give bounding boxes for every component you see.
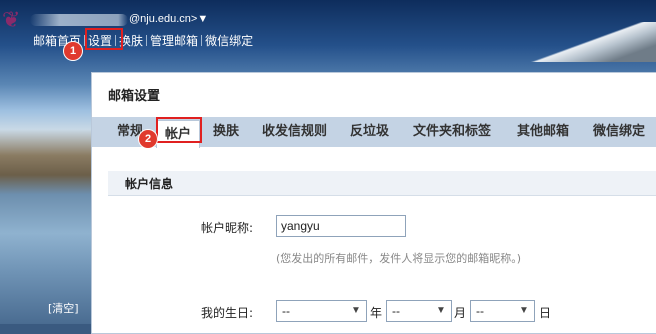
nickname-label: 帐户昵称:	[201, 221, 254, 235]
year-unit: 年	[370, 306, 383, 320]
tab-other-mailboxes[interactable]: 其他邮箱	[517, 117, 569, 147]
nav-divider	[146, 35, 148, 46]
nav-manage-mailbox[interactable]: 管理邮箱	[150, 32, 198, 49]
day-unit: 日	[539, 306, 552, 320]
account-tab-highlight-box	[156, 117, 202, 143]
account-email-dropdown[interactable]: @nju.edu.cn>▼	[129, 13, 208, 25]
clear-link[interactable]: [清空]	[48, 300, 79, 316]
mailbox-settings-panel: 邮箱设置 常规 帐户 换肤 收发信规则 反垃圾 文件夹和标签 其他邮箱 微信绑定…	[91, 72, 656, 334]
mountain-decoration	[520, 22, 656, 62]
birthday-label: 我的生日:	[201, 306, 254, 320]
nav-divider	[201, 35, 203, 46]
step-badge-1: 1	[64, 42, 82, 60]
birthday-day-select[interactable]: -- ▼	[470, 300, 535, 322]
step-badge-2: 2	[139, 130, 157, 148]
section-title: 帐户信息	[125, 177, 174, 191]
chevron-down-icon: ▼	[351, 305, 361, 316]
tab-anti-spam[interactable]: 反垃圾	[350, 117, 389, 147]
birthday-year-value: --	[282, 304, 290, 318]
section-header: 帐户信息	[108, 171, 656, 196]
nav-wechat-binding[interactable]: 微信绑定	[205, 32, 253, 49]
username-redacted	[30, 14, 128, 26]
chevron-down-icon: ▼	[519, 305, 529, 316]
university-logo-icon: ❦	[2, 8, 21, 33]
birthday-year-select[interactable]: -- ▼	[276, 300, 367, 322]
tab-wechat-binding[interactable]: 微信绑定	[593, 117, 645, 147]
chevron-down-icon: ▼	[436, 305, 446, 316]
tab-skin[interactable]: 换肤	[213, 117, 239, 147]
tab-mail-rules[interactable]: 收发信规则	[262, 117, 327, 147]
birthday-month-select[interactable]: -- ▼	[386, 300, 452, 322]
panel-title: 邮箱设置	[108, 89, 161, 104]
tab-folders-labels[interactable]: 文件夹和标签	[413, 117, 491, 147]
month-unit: 月	[454, 306, 467, 320]
nickname-hint: (您发出的所有邮件，发件人将显示您的邮箱昵称。)	[276, 252, 522, 265]
settings-highlight-box	[85, 28, 123, 50]
nickname-input[interactable]	[276, 215, 406, 237]
birthday-day-value: --	[476, 304, 484, 318]
birthday-month-value: --	[392, 304, 400, 318]
